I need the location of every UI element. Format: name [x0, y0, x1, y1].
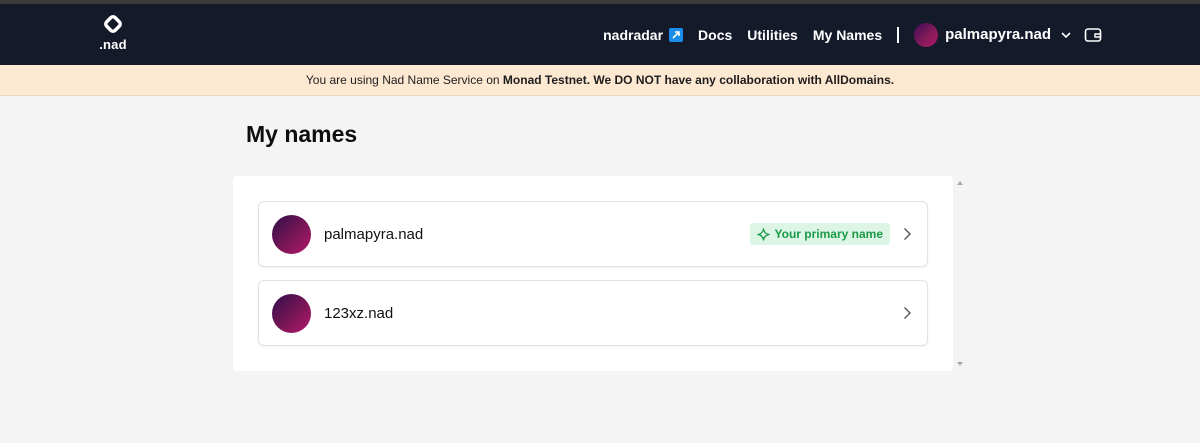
avatar [914, 22, 939, 47]
primary-badge-label: Your primary name [774, 227, 883, 241]
name-list-item[interactable]: 123xz.nad [258, 280, 928, 346]
account-menu[interactable]: palmapyra.nad [914, 22, 1072, 47]
page-title: My names [246, 121, 358, 147]
primary-name-badge: Your primary name [749, 223, 890, 245]
nav-divider [897, 26, 900, 43]
scroll-down-arrow-icon[interactable] [957, 362, 963, 366]
site-logo[interactable]: .nad [96, 14, 130, 58]
name-list-item[interactable]: palmapyra.nad Your primary name [258, 201, 928, 267]
domain-name: palmapyra.nad [324, 225, 424, 243]
nav-link-docs[interactable]: Docs [698, 27, 732, 43]
logo-text: .nad [99, 37, 127, 52]
domain-name: 123xz.nad [324, 304, 394, 322]
nav-link-utilities[interactable]: Utilities [747, 27, 798, 43]
nav-link-my-names[interactable]: My Names [813, 27, 882, 43]
chevron-right-icon [904, 307, 911, 319]
chevron-down-icon[interactable] [1060, 29, 1072, 41]
nav-links: nadradar Docs Utilities My Names palmapy… [603, 4, 1102, 65]
network-notice-banner: You are using Nad Name Service on Monad … [0, 65, 1200, 96]
avatar [272, 214, 311, 254]
account-name: palmapyra.nad [945, 26, 1051, 43]
scroll-up-arrow-icon[interactable] [957, 181, 963, 185]
chevron-right-icon [904, 228, 911, 240]
external-link-icon [669, 27, 684, 42]
nad-logo-icon [104, 15, 122, 33]
sparkle-icon [756, 227, 770, 241]
names-list-panel: palmapyra.nad Your primary name 123xz.na… [233, 176, 953, 371]
panel-scrollbar[interactable] [953, 176, 967, 371]
notice-warning: We DO NOT have any collaboration with Al… [593, 73, 895, 87]
avatar [272, 293, 311, 333]
notice-network: Monad Testnet [502, 73, 587, 87]
top-navbar: .nad nadradar Docs Utilities My Names pa… [0, 4, 1200, 65]
nav-link-nadradar[interactable]: nadradar [603, 26, 684, 43]
notice-separator: . [586, 73, 594, 87]
notice-prefix: You are using Nad Name Service on [305, 73, 503, 87]
wallet-icon[interactable] [1084, 26, 1102, 44]
nav-link-label: nadradar [603, 26, 664, 43]
